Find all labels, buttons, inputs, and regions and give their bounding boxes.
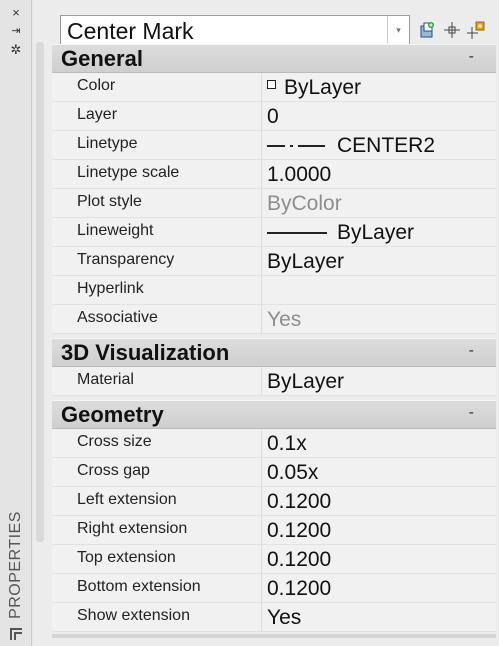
property-value[interactable]: ByLayer <box>262 218 496 246</box>
property-value[interactable]: ByLayer <box>262 73 496 101</box>
property-label: Layer <box>52 102 262 130</box>
palette-title-bar: × ⇥ ✲ PROPERTIES <box>0 0 32 646</box>
property-row-hyperlink[interactable]: Hyperlink <box>52 276 496 305</box>
property-label: Top extension <box>52 545 262 573</box>
property-label: Material <box>52 367 262 395</box>
properties-menu-icon[interactable]: ✲ <box>9 42 23 56</box>
property-value[interactable]: 0.1200 <box>262 516 496 544</box>
property-label: Plot style <box>52 189 262 217</box>
property-row-linetype-scale[interactable]: Linetype scale 1.0000 <box>52 160 496 189</box>
section-title: Geometry <box>61 402 164 427</box>
property-value[interactable]: 0.1x <box>262 429 496 457</box>
quick-select-icon[interactable] <box>418 21 436 39</box>
section-general[interactable]: General - <box>52 44 496 73</box>
section-3d-visualization[interactable]: 3D Visualization - <box>52 338 496 367</box>
close-icon[interactable]: × <box>9 5 23 19</box>
property-row-show-extension[interactable]: Show extension Yes <box>52 603 496 632</box>
property-label: Cross size <box>52 429 262 457</box>
property-value[interactable] <box>262 276 496 304</box>
property-value[interactable]: ByLayer <box>262 247 496 275</box>
property-value[interactable]: 1.0000 <box>262 160 496 188</box>
property-value[interactable]: 0 <box>262 102 496 130</box>
property-value: Yes <box>267 307 302 331</box>
property-value[interactable]: 0.1200 <box>262 574 496 602</box>
section-title: 3D Visualization <box>61 340 230 365</box>
section-title: General <box>61 46 143 71</box>
property-label: Left extension <box>52 487 262 515</box>
property-value[interactable]: 0.1200 <box>262 487 496 515</box>
property-row-layer[interactable]: Layer 0 <box>52 102 496 131</box>
property-label: Cross gap <box>52 458 262 486</box>
property-label: Bottom extension <box>52 574 262 602</box>
property-row-lineweight[interactable]: Lineweight ByLayer <box>52 218 496 247</box>
property-row-material[interactable]: Material ByLayer <box>52 367 496 396</box>
lineweight-preview-icon <box>267 231 327 234</box>
select-objects-icon[interactable] <box>443 21 461 39</box>
property-row-right-extension[interactable]: Right extension 0.1200 <box>52 516 496 545</box>
color-swatch-icon <box>267 80 276 89</box>
property-label: Transparency <box>52 247 262 275</box>
property-label: Hyperlink <box>52 276 262 304</box>
object-type-value: Center Mark <box>67 18 194 44</box>
property-value[interactable]: Yes <box>262 603 496 631</box>
property-label: Color <box>52 73 262 101</box>
collapse-icon[interactable]: - <box>469 404 474 422</box>
property-value[interactable]: CENTER2 <box>262 131 496 159</box>
property-row-plot-style[interactable]: Plot style ByColor <box>52 189 496 218</box>
property-grid: General - Color ByLayer Layer 0 Linetype… <box>52 44 496 632</box>
panel-bottom-edge <box>52 634 496 638</box>
chevron-down-icon[interactable]: ▾ <box>387 16 409 45</box>
vertical-scrollbar[interactable] <box>36 42 44 542</box>
property-label: Linetype scale <box>52 160 262 188</box>
object-type-dropdown[interactable]: Center Mark ▾ <box>60 15 410 46</box>
property-label: Right extension <box>52 516 262 544</box>
property-label: Associative <box>52 305 262 333</box>
property-value[interactable]: 0.05x <box>262 458 496 486</box>
property-row-left-extension[interactable]: Left extension 0.1200 <box>52 487 496 516</box>
collapse-icon[interactable]: - <box>469 342 474 360</box>
property-row-top-extension[interactable]: Top extension 0.1200 <box>52 545 496 574</box>
property-label: Lineweight <box>52 218 262 246</box>
property-row-associative[interactable]: Associative Yes <box>52 305 496 334</box>
property-row-transparency[interactable]: Transparency ByLayer <box>52 247 496 276</box>
property-row-color[interactable]: Color ByLayer <box>52 73 496 102</box>
section-geometry[interactable]: Geometry - <box>52 400 496 429</box>
property-value: ByColor <box>267 191 342 215</box>
auto-hide-icon[interactable]: ⇥ <box>9 24 23 38</box>
collapse-icon[interactable]: - <box>469 48 474 66</box>
palette-title: PROPERTIES <box>7 511 24 619</box>
property-row-linetype[interactable]: Linetype CENTER2 <box>52 131 496 160</box>
property-row-cross-gap[interactable]: Cross gap 0.05x <box>52 458 496 487</box>
property-value[interactable]: 0.1200 <box>262 545 496 573</box>
toggle-pickadd-icon[interactable] <box>467 21 485 39</box>
property-row-cross-size[interactable]: Cross size 0.1x <box>52 429 496 458</box>
property-label: Linetype <box>52 131 262 159</box>
property-label: Show extension <box>52 603 262 631</box>
linetype-preview-icon <box>267 144 325 147</box>
palette-corner-icon <box>10 628 22 640</box>
property-value[interactable]: ByLayer <box>262 367 496 395</box>
property-row-bottom-extension[interactable]: Bottom extension 0.1200 <box>52 574 496 603</box>
